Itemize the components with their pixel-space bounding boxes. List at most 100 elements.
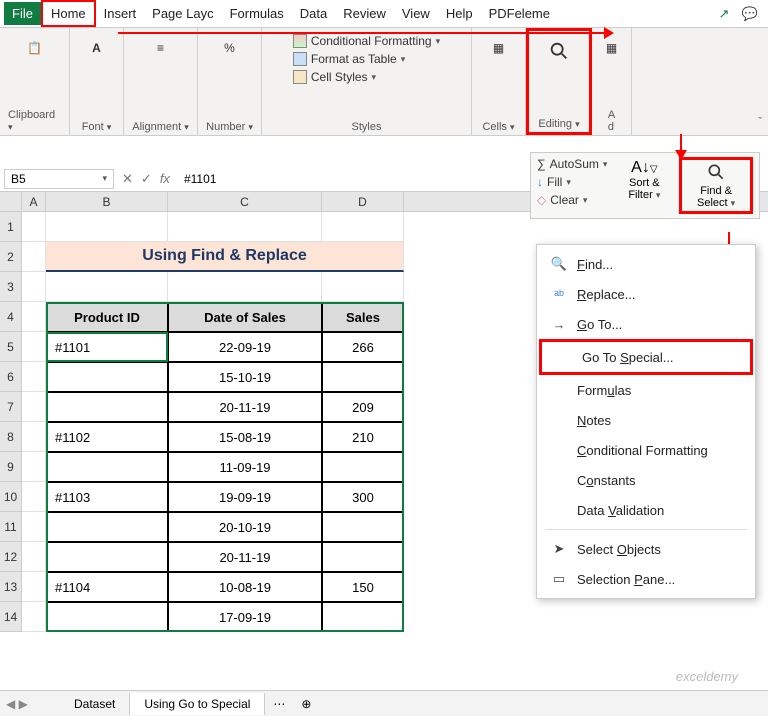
cell[interactable]: 19-09-19 xyxy=(168,482,322,512)
cell[interactable] xyxy=(22,392,46,422)
header-sales[interactable]: Sales xyxy=(322,302,404,332)
cell[interactable]: 17-09-19 xyxy=(168,602,322,632)
cell[interactable] xyxy=(22,362,46,392)
sort-filter-button[interactable]: A↓▽ Sort & Filter ▾ xyxy=(613,157,675,214)
font-button[interactable]: A xyxy=(79,34,115,64)
cell[interactable] xyxy=(168,212,322,242)
cell[interactable] xyxy=(22,332,46,362)
tab-page-layout[interactable]: Page Layc xyxy=(144,2,221,25)
cell[interactable]: 15-08-19 xyxy=(168,422,322,452)
number-button[interactable]: % xyxy=(212,34,248,64)
cell[interactable]: 266 xyxy=(322,332,404,362)
cell[interactable]: 209 xyxy=(322,392,404,422)
row-header[interactable]: 12 xyxy=(0,542,22,572)
cell[interactable] xyxy=(46,212,168,242)
cell[interactable] xyxy=(322,452,404,482)
cell[interactable] xyxy=(46,362,168,392)
cell[interactable] xyxy=(322,512,404,542)
tab-view[interactable]: View xyxy=(394,2,438,25)
cell[interactable] xyxy=(22,602,46,632)
cell[interactable]: 20-11-19 xyxy=(168,542,322,572)
tab-formulas[interactable]: Formulas xyxy=(222,2,292,25)
row-header[interactable]: 8 xyxy=(0,422,22,452)
autosum-button[interactable]: ∑ AutoSum ▾ xyxy=(537,157,607,171)
select-all-corner[interactable] xyxy=(0,192,22,211)
cancel-icon[interactable]: ✕ xyxy=(122,171,133,187)
format-as-table-button[interactable]: Format as Table ▾ xyxy=(293,52,405,66)
row-header[interactable]: 6 xyxy=(0,362,22,392)
cells-button[interactable]: ▦ xyxy=(481,34,517,64)
collapse-ribbon-icon[interactable]: ˇ xyxy=(758,116,762,128)
cell[interactable] xyxy=(22,482,46,512)
cell[interactable] xyxy=(22,302,46,332)
clipboard-button[interactable]: 📋 xyxy=(17,34,53,64)
editing-button[interactable] xyxy=(541,37,577,67)
cell[interactable] xyxy=(46,452,168,482)
cell[interactable] xyxy=(322,362,404,392)
fill-button[interactable]: ↓ Fill ▾ xyxy=(537,175,607,189)
alignment-button[interactable]: ≡ xyxy=(143,34,179,64)
menu-formulas[interactable]: Formulas xyxy=(537,375,755,405)
sheet-add-icon[interactable]: ⊕ xyxy=(293,693,319,715)
menu-find[interactable]: 🔍Find... xyxy=(537,249,755,279)
sheet-more-icon[interactable]: ⋯ xyxy=(265,693,293,715)
cell[interactable] xyxy=(168,272,322,302)
cell[interactable] xyxy=(322,542,404,572)
comment-icon[interactable]: 💬 xyxy=(742,6,758,22)
cell[interactable] xyxy=(22,272,46,302)
row-header[interactable]: 10 xyxy=(0,482,22,512)
cell[interactable]: 10-08-19 xyxy=(168,572,322,602)
sheet-tab-go-to-special[interactable]: Using Go to Special xyxy=(130,693,265,715)
cell[interactable] xyxy=(322,212,404,242)
menu-goto-special[interactable]: Go To Special... xyxy=(539,339,753,375)
tab-pdfelement[interactable]: PDFeleme xyxy=(481,2,558,25)
menu-conditional-formatting[interactable]: Conditional Formatting xyxy=(537,435,755,465)
cell[interactable]: 150 xyxy=(322,572,404,602)
enter-icon[interactable]: ✓ xyxy=(141,171,152,187)
row-header[interactable]: 1 xyxy=(0,212,22,242)
cell[interactable] xyxy=(322,272,404,302)
cell[interactable] xyxy=(22,452,46,482)
row-header[interactable]: 14 xyxy=(0,602,22,632)
tab-help[interactable]: Help xyxy=(438,2,481,25)
menu-replace[interactable]: ᵃᵇReplace... xyxy=(537,279,755,309)
clear-button[interactable]: ◇ Clear ▾ xyxy=(537,193,607,207)
tab-home[interactable]: Home xyxy=(41,0,96,27)
menu-select-objects[interactable]: ➤Select Objects xyxy=(537,534,755,564)
cell[interactable] xyxy=(322,602,404,632)
cell[interactable] xyxy=(22,422,46,452)
name-box[interactable]: B5▾ xyxy=(4,169,114,189)
tab-insert[interactable]: Insert xyxy=(96,2,145,25)
tab-file[interactable]: File xyxy=(4,2,41,25)
cell[interactable]: 20-11-19 xyxy=(168,392,322,422)
find-select-button[interactable]: Find & Select ▾ xyxy=(679,157,753,214)
row-header[interactable]: 13 xyxy=(0,572,22,602)
fx-icon[interactable]: fx xyxy=(160,171,170,186)
cell[interactable]: 15-10-19 xyxy=(168,362,322,392)
cell[interactable] xyxy=(22,212,46,242)
cell[interactable] xyxy=(22,542,46,572)
cell[interactable] xyxy=(46,512,168,542)
col-header-a[interactable]: A xyxy=(22,192,46,211)
row-header[interactable]: 3 xyxy=(0,272,22,302)
cell-b5-active[interactable]: #1101 xyxy=(46,332,168,362)
col-header-b[interactable]: B xyxy=(46,192,168,211)
cell[interactable]: 22-09-19 xyxy=(168,332,322,362)
menu-data-validation[interactable]: Data Validation xyxy=(537,495,755,525)
cell[interactable] xyxy=(22,242,46,272)
cell[interactable]: 300 xyxy=(322,482,404,512)
cell[interactable]: 20-10-19 xyxy=(168,512,322,542)
sheet-tab-dataset[interactable]: Dataset xyxy=(60,693,130,715)
row-header[interactable]: 7 xyxy=(0,392,22,422)
cell[interactable]: 11-09-19 xyxy=(168,452,322,482)
header-product-id[interactable]: Product ID xyxy=(46,302,168,332)
title-cell[interactable]: Using Find & Replace xyxy=(46,242,404,272)
share-icon[interactable]: ↗ xyxy=(716,6,732,22)
cell[interactable]: #1104 xyxy=(46,572,168,602)
menu-goto[interactable]: →Go To... xyxy=(537,309,755,339)
row-header[interactable]: 11 xyxy=(0,512,22,542)
cell-styles-button[interactable]: Cell Styles ▾ xyxy=(293,70,376,84)
cell[interactable]: 210 xyxy=(322,422,404,452)
row-header[interactable]: 9 xyxy=(0,452,22,482)
group-editing[interactable]: Editing ▾ xyxy=(526,28,592,135)
